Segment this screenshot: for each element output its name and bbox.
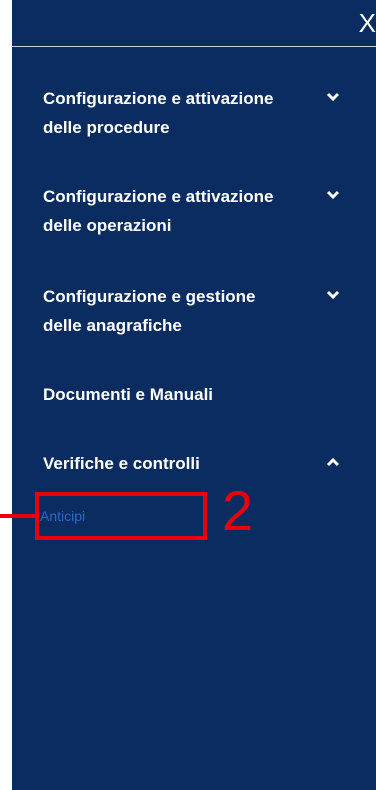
menu-header: X <box>12 0 376 47</box>
annotation-step-number: 2 <box>222 479 254 542</box>
menu-item-configurazione-procedure[interactable]: Configurazione e attivazione delle proce… <box>43 84 343 142</box>
chevron-down-icon <box>326 92 340 102</box>
menu-item-label: Configurazione e attivazione delle opera… <box>43 187 274 235</box>
chevron-down-icon <box>326 290 340 300</box>
chevron-down-icon <box>326 190 340 200</box>
menu-item-verifiche-controlli[interactable]: Verifiche e controlli <box>43 449 343 478</box>
menu-item-documenti-manuali[interactable]: Documenti e Manuali <box>43 380 343 409</box>
close-button[interactable]: X <box>359 8 376 38</box>
menu-item-label: Configurazione e attivazione delle proce… <box>43 89 274 137</box>
menu-item-label: Documenti e Manuali <box>43 385 214 404</box>
annotation-highlight-box <box>35 492 207 540</box>
annotation-pointer-line <box>0 514 35 518</box>
menu-item-configurazione-anagrafiche[interactable]: Configurazione e gestione delle anagrafi… <box>43 282 343 340</box>
menu-item-label: Configurazione e gestione delle anagrafi… <box>43 287 256 335</box>
side-menu-panel: X Configurazione e attivazione delle pro… <box>12 0 376 790</box>
chevron-up-icon <box>326 457 340 467</box>
menu-item-label: Verifiche e controlli <box>43 454 200 473</box>
menu-item-configurazione-operazioni[interactable]: Configurazione e attivazione delle opera… <box>43 182 343 240</box>
